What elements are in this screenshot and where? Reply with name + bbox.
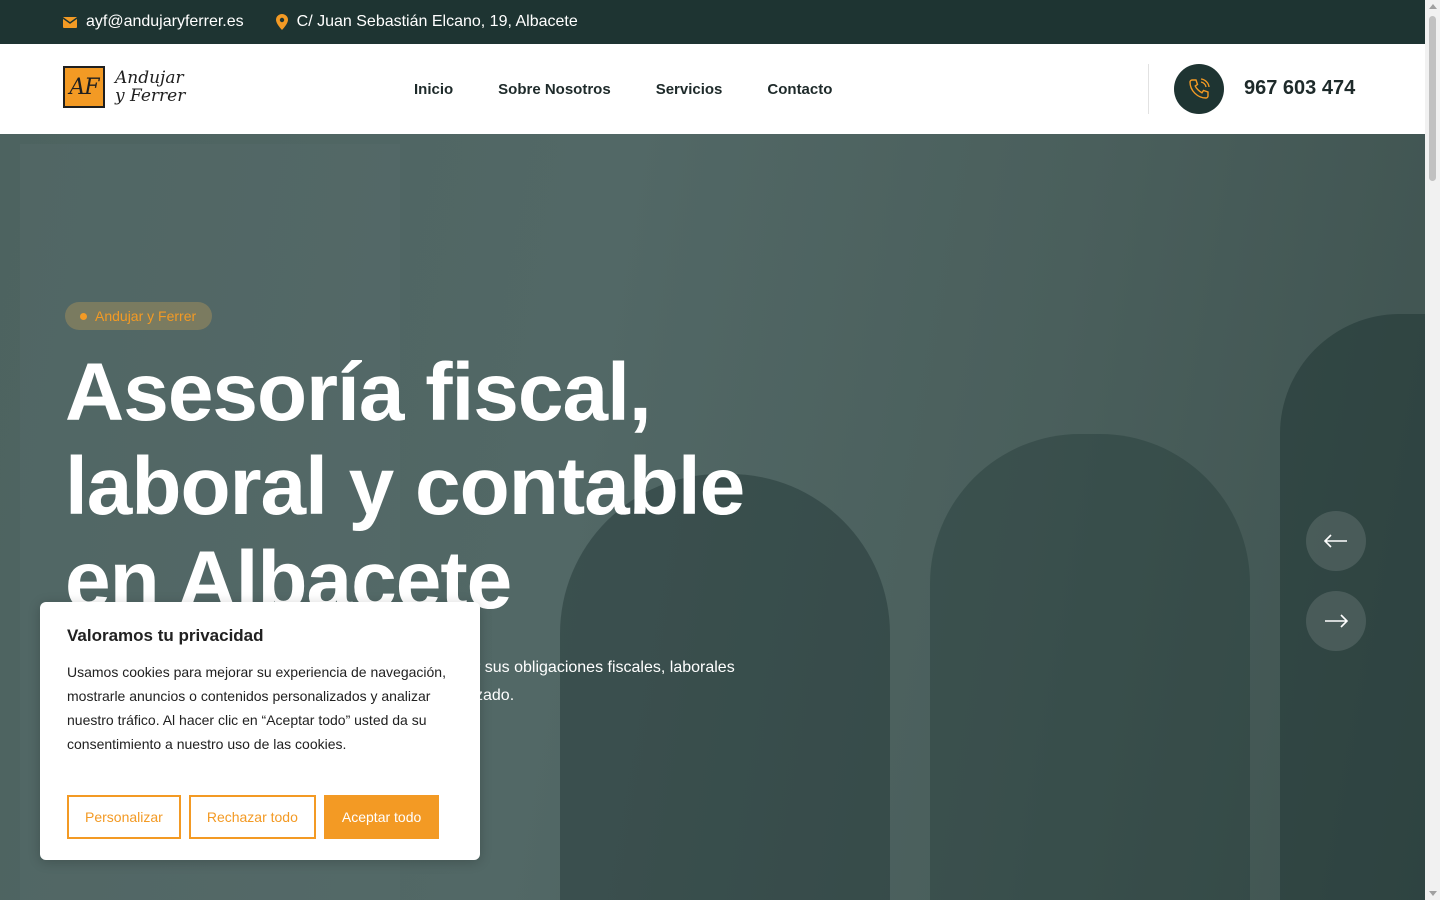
cookie-title: Valoramos tu privacidad xyxy=(67,626,264,645)
page-scrollbar[interactable] xyxy=(1425,0,1440,900)
top-info-bar: ayf@andujaryferrer.es C/ Juan Sebastián … xyxy=(0,0,1425,44)
hero-badge: Andujar y Ferrer xyxy=(65,302,213,330)
customize-button[interactable]: Personalizar xyxy=(67,795,181,839)
hero-title-line-2: laboral y contable xyxy=(65,441,745,532)
envelope-icon xyxy=(63,16,77,28)
logo-line-2: y Ferrer xyxy=(115,86,186,106)
arrow-right-icon xyxy=(1325,614,1348,628)
background-person-middle xyxy=(930,434,1250,900)
cookie-buttons: Personalizar Rechazar todo Aceptar todo xyxy=(67,795,447,839)
nav-item-contacto[interactable]: Contacto xyxy=(767,81,832,98)
logo-mark: AF xyxy=(63,66,105,108)
header-divider xyxy=(1148,64,1149,114)
scroll-up-arrow[interactable] xyxy=(1429,4,1437,9)
logo-line-1: Andujar xyxy=(115,68,184,88)
address-contact: C/ Juan Sebastián Elcano, 19, Albacete xyxy=(275,13,578,31)
email-contact[interactable]: ayf@andujaryferrer.es xyxy=(63,13,244,31)
map-pin-icon xyxy=(275,14,288,30)
nav-item-sobre-nosotros[interactable]: Sobre Nosotros xyxy=(498,81,611,98)
nav-item-servicios[interactable]: Servicios xyxy=(656,81,723,98)
logo-wordmark: Andujar y Ferrer xyxy=(115,69,185,105)
phone-icon xyxy=(1189,78,1210,99)
scroll-down-arrow[interactable] xyxy=(1429,891,1437,896)
main-nav: Inicio Sobre Nosotros Servicios Contacto xyxy=(414,44,877,134)
badge-dot xyxy=(80,313,87,320)
phone-number[interactable]: 967 603 474 xyxy=(1244,77,1355,100)
reject-all-button[interactable]: Rechazar todo xyxy=(188,795,316,839)
nav-item-inicio[interactable]: Inicio xyxy=(414,81,453,98)
cookie-consent-dialog: Valoramos tu privacidad Usamos cookies p… xyxy=(40,602,480,860)
cookie-text: Usamos cookies para mejorar su experienc… xyxy=(67,664,446,752)
hero-badge-label: Andujar y Ferrer xyxy=(95,308,197,324)
prev-slide-button[interactable] xyxy=(1306,511,1366,571)
phone-button[interactable] xyxy=(1174,64,1224,114)
logo[interactable]: AF Andujar y Ferrer xyxy=(63,66,185,108)
address-text: C/ Juan Sebastián Elcano, 19, Albacete xyxy=(296,13,578,30)
scrollbar-thumb[interactable] xyxy=(1429,16,1436,181)
hero-title: Asesoría fiscal, laboral y contable en A… xyxy=(65,346,785,628)
accept-all-button[interactable]: Aceptar todo xyxy=(323,795,440,839)
hero-title-line-1: Asesoría fiscal, xyxy=(65,347,652,438)
site-header: AF Andujar y Ferrer Inicio Sobre Nosotro… xyxy=(0,44,1425,134)
next-slide-button[interactable] xyxy=(1306,591,1366,651)
email-text[interactable]: ayf@andujaryferrer.es xyxy=(86,13,244,31)
arrow-left-icon xyxy=(1324,534,1347,548)
